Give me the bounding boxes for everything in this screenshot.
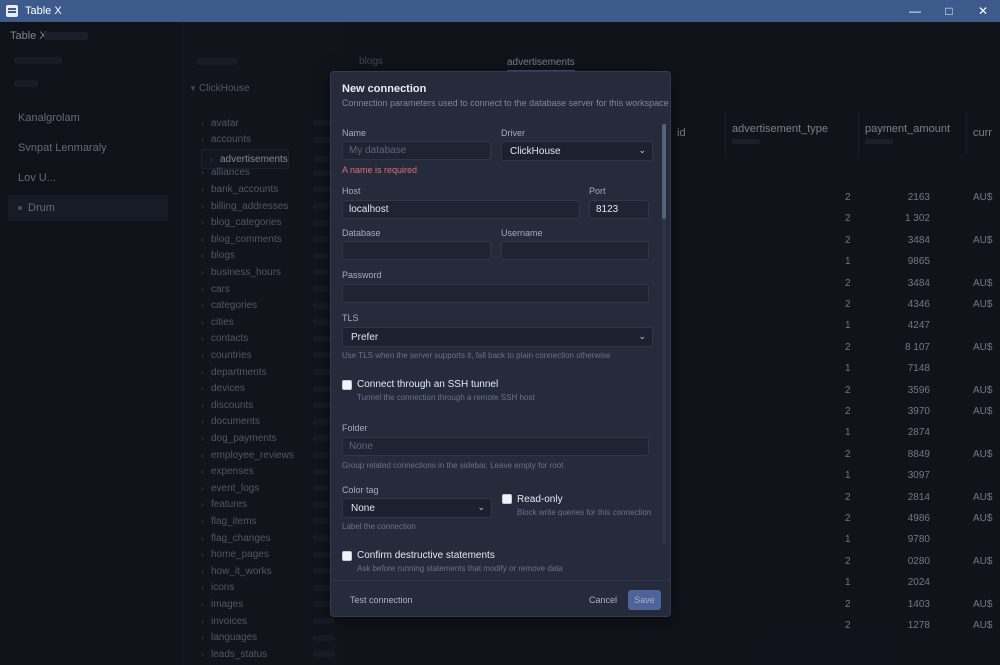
window-title: Table X	[25, 5, 62, 17]
database-input[interactable]	[342, 241, 491, 260]
tls-value: Prefer	[351, 331, 379, 343]
tls-label: TLS	[342, 313, 359, 323]
confirm-label: Confirm destructive statements	[357, 550, 495, 561]
name-input[interactable]: My database	[342, 141, 491, 160]
host-label: Host	[342, 186, 361, 196]
folder-placeholder: None	[349, 441, 373, 452]
window-controls: — □ ✕	[898, 0, 1000, 22]
readonly-label: Read-only	[517, 494, 563, 505]
color-label: Color tag	[342, 485, 379, 495]
password-label: Password	[342, 270, 382, 280]
new-connection-dialog: New connection Connection parameters use…	[330, 71, 671, 617]
folder-input[interactable]: None	[342, 437, 649, 456]
confirm-hint: Ask before running statements that modif…	[357, 564, 563, 573]
color-value: None	[351, 502, 375, 514]
test-connection-button[interactable]: Test connection	[350, 595, 413, 605]
color-select[interactable]: None ⌄	[342, 498, 492, 518]
close-icon[interactable]: ✕	[966, 0, 1000, 22]
host-input[interactable]: localhost	[342, 200, 580, 219]
database-label: Database	[342, 228, 381, 238]
app-logo-icon	[6, 5, 18, 17]
driver-label: Driver	[501, 128, 525, 138]
readonly-hint: Block write queries for this connection	[517, 508, 652, 517]
port-label: Port	[589, 186, 606, 196]
tls-select[interactable]: Prefer ⌄	[342, 327, 653, 347]
ssh-hint: Tunnel the connection through a remote S…	[357, 393, 535, 402]
dialog-description: Connection parameters used to connect to…	[342, 98, 669, 108]
name-error: A name is required	[342, 165, 418, 175]
chevron-down-icon: ⌄	[638, 331, 646, 341]
name-label: Name	[342, 128, 367, 138]
driver-select[interactable]: ClickHouse ⌄	[501, 141, 653, 161]
dialog-body: Name My database A name is required Driv…	[331, 118, 670, 580]
driver-value: ClickHouse	[510, 145, 561, 157]
color-hint: Label the connection	[342, 522, 416, 531]
username-input[interactable]	[501, 241, 649, 260]
port-value: 8123	[596, 204, 619, 215]
minimize-icon[interactable]: —	[898, 0, 932, 22]
save-button-label: Save	[634, 595, 655, 605]
save-button[interactable]: Save	[628, 590, 661, 610]
name-placeholder: My database	[349, 145, 407, 156]
tls-hint: Use TLS when the server supports it, fal…	[342, 351, 611, 360]
chevron-down-icon: ⌄	[638, 145, 646, 155]
dialog-scrollbar-thumb[interactable]	[662, 124, 666, 219]
password-input[interactable]	[342, 284, 649, 303]
window-titlebar: Table X — □ ✕	[0, 0, 1000, 22]
chevron-down-icon: ⌄	[477, 502, 485, 512]
maximize-icon[interactable]: □	[932, 0, 966, 22]
confirm-checkbox[interactable]	[342, 551, 352, 561]
dialog-footer: Test connection Cancel Save	[331, 580, 670, 616]
dialog-title: New connection	[342, 83, 427, 95]
port-input[interactable]: 8123	[589, 200, 649, 219]
folder-label: Folder	[342, 423, 368, 433]
host-value: localhost	[349, 204, 389, 215]
readonly-checkbox[interactable]	[502, 494, 512, 504]
ssh-label: Connect through an SSH tunnel	[357, 379, 499, 390]
cancel-button[interactable]: Cancel	[589, 595, 617, 605]
username-label: Username	[501, 228, 543, 238]
folder-hint: Group related connections in the sidebar…	[342, 461, 564, 470]
ssh-checkbox[interactable]	[342, 380, 352, 390]
